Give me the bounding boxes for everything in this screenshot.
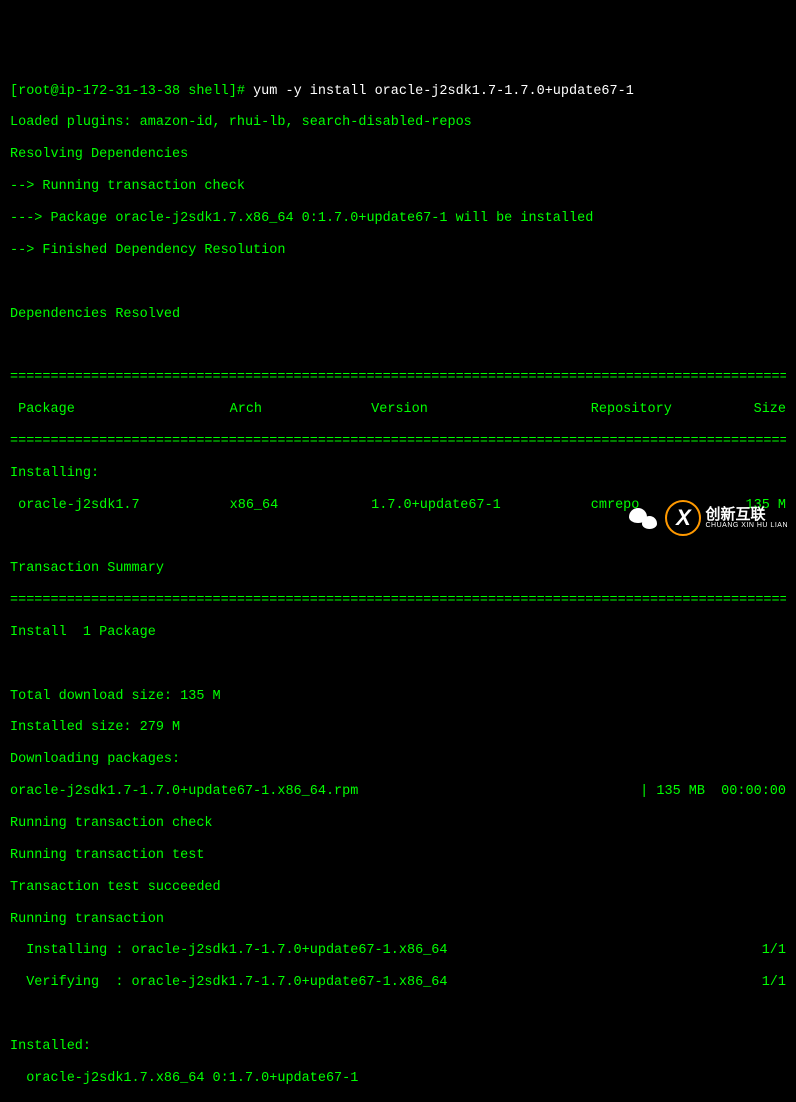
col-package-header: Package <box>10 402 230 418</box>
installing-progress-line: Installing : oracle-j2sdk1.7-1.7.0+updat… <box>10 943 786 959</box>
installing-label: Installing: <box>10 466 786 482</box>
summary-title: Transaction Summary <box>10 561 786 577</box>
col-arch-header: Arch <box>230 402 372 418</box>
blank-line <box>10 275 786 291</box>
wechat-icon <box>629 506 657 530</box>
cell-package: oracle-j2sdk1.7 <box>10 498 230 514</box>
blank-line <box>10 338 786 354</box>
logo-en-text: CHUANG XIN HU LIAN <box>705 522 788 529</box>
logo-container: X 创新互联 CHUANG XIN HU LIAN <box>665 500 788 536</box>
shell-prompt: [root@ip-172-31-13-38 shell]# <box>10 84 245 99</box>
verifying-progress-line: Verifying : oracle-j2sdk1.7-1.7.0+update… <box>10 975 786 991</box>
col-repo-header: Repository <box>591 402 737 418</box>
watermark: X 创新互联 CHUANG XIN HU LIAN <box>629 500 788 536</box>
output-line: Running transaction check <box>10 816 786 832</box>
output-line: Dependencies Resolved <box>10 307 786 323</box>
table-divider: ========================================… <box>10 370 786 386</box>
terminal-output: [root@ip-172-31-13-38 shell]# yum -y ins… <box>10 68 786 1102</box>
output-line: --> Finished Dependency Resolution <box>10 243 786 259</box>
output-line: Running transaction test <box>10 848 786 864</box>
output-line: --> Running transaction check <box>10 179 786 195</box>
logo-icon: X <box>665 500 701 536</box>
blank-line <box>10 1007 786 1023</box>
installed-item: oracle-j2sdk1.7.x86_64 0:1.7.0+update67-… <box>10 1071 786 1087</box>
installed-label: Installed: <box>10 1039 786 1055</box>
table-header-row: PackageArchVersionRepositorySize <box>10 402 786 418</box>
table-divider: ========================================… <box>10 434 786 450</box>
shell-prompt-line: [root@ip-172-31-13-38 shell]# yum -y ins… <box>10 84 786 100</box>
output-line: Resolving Dependencies <box>10 147 786 163</box>
verifying-package: Verifying : oracle-j2sdk1.7-1.7.0+update… <box>10 975 447 991</box>
rpm-filename: oracle-j2sdk1.7-1.7.0+update67-1.x86_64.… <box>10 784 358 800</box>
verifying-count: 1/1 <box>762 975 786 991</box>
summary-download-size: Total download size: 135 M <box>10 689 786 705</box>
col-version-header: Version <box>371 402 591 418</box>
summary-install: Install 1 Package <box>10 625 786 641</box>
output-line: ---> Package oracle-j2sdk1.7.x86_64 0:1.… <box>10 211 786 227</box>
summary-downloading: Downloading packages: <box>10 752 786 768</box>
blank-line <box>10 657 786 673</box>
logo-text: 创新互联 CHUANG XIN HU LIAN <box>705 507 788 529</box>
col-size-header: Size <box>737 402 786 418</box>
logo-x-letter: X <box>676 505 691 531</box>
installing-package: Installing : oracle-j2sdk1.7-1.7.0+updat… <box>10 943 447 959</box>
logo-cn-text: 创新互联 <box>705 507 788 522</box>
command-text: yum -y install oracle-j2sdk1.7-1.7.0+upd… <box>253 84 634 99</box>
cell-version: 1.7.0+update67-1 <box>371 498 591 514</box>
output-line: Running transaction <box>10 912 786 928</box>
rpm-progress: | 135 MB 00:00:00 <box>640 784 786 800</box>
installing-count: 1/1 <box>762 943 786 959</box>
rpm-download-line: oracle-j2sdk1.7-1.7.0+update67-1.x86_64.… <box>10 784 786 800</box>
cell-arch: x86_64 <box>230 498 372 514</box>
table-divider: ========================================… <box>10 593 786 609</box>
output-line: Transaction test succeeded <box>10 880 786 896</box>
output-line: Loaded plugins: amazon-id, rhui-lb, sear… <box>10 115 786 131</box>
summary-installed-size: Installed size: 279 M <box>10 720 786 736</box>
